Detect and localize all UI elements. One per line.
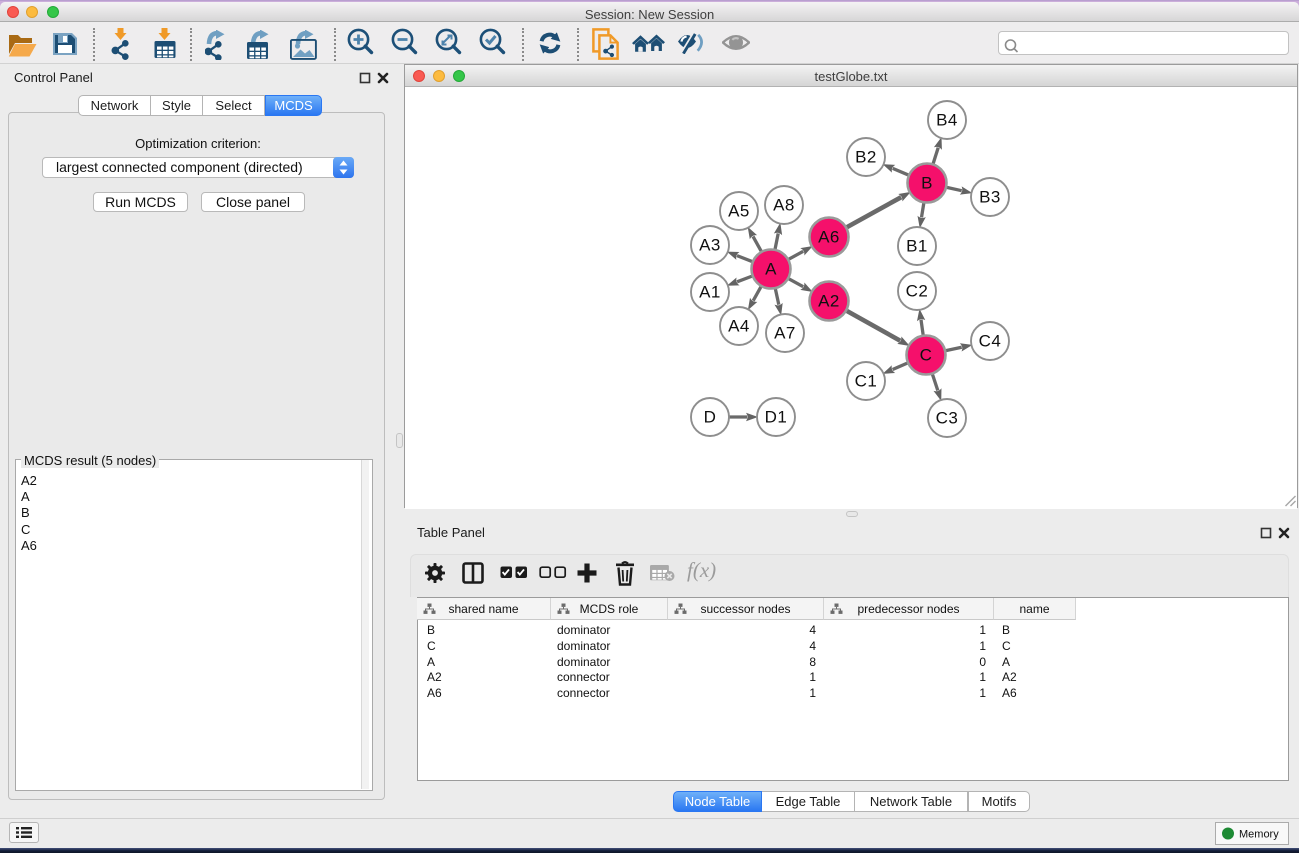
- svg-text:B: B: [921, 174, 933, 193]
- svg-text:C: C: [920, 346, 933, 365]
- svg-text:A: A: [765, 260, 777, 279]
- svg-text:D: D: [704, 408, 717, 427]
- svg-text:C4: C4: [979, 332, 1002, 351]
- svg-text:A2: A2: [818, 292, 840, 311]
- svg-text:A7: A7: [774, 324, 796, 343]
- svg-text:D1: D1: [765, 408, 788, 427]
- svg-text:A5: A5: [728, 202, 750, 221]
- svg-text:B2: B2: [855, 148, 877, 167]
- svg-text:A8: A8: [773, 196, 795, 215]
- svg-text:Memory: Memory: [1239, 829, 1279, 841]
- svg-text:C1: C1: [855, 372, 878, 391]
- svg-text:C3: C3: [936, 409, 959, 428]
- svg-text:A3: A3: [699, 236, 721, 255]
- svg-text:C2: C2: [906, 282, 929, 301]
- svg-text:A4: A4: [728, 317, 750, 336]
- svg-text:A1: A1: [699, 283, 721, 302]
- svg-text:B4: B4: [936, 111, 958, 130]
- svg-text:B3: B3: [979, 188, 1001, 207]
- svg-text:A6: A6: [818, 228, 840, 247]
- svg-text:B1: B1: [906, 237, 928, 256]
